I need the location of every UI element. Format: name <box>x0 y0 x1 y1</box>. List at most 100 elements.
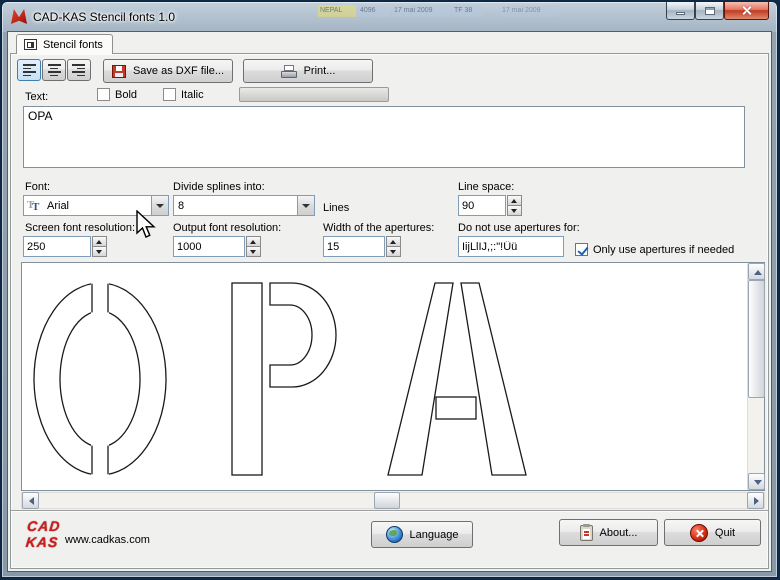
preview-canvas <box>21 262 765 491</box>
align-center-button[interactable] <box>42 59 66 81</box>
aperture-width-label: Width of the apertures: <box>323 222 434 234</box>
aero-fragment: 17 mai 2009 <box>500 5 558 17</box>
website-link[interactable]: www.cadkas.com <box>65 534 150 546</box>
client-area: Stencil fonts Save as DXF file... Print.… <box>7 31 772 572</box>
aero-fragment: NEPAL <box>318 5 356 17</box>
app-window: NEPAL 4096 17 mai 2009 TF 38 17 mai 2009… <box>1 1 778 578</box>
close-button[interactable] <box>724 2 769 20</box>
spin-down-button[interactable] <box>386 246 401 257</box>
spin-down-button[interactable] <box>246 246 261 257</box>
screen-resolution-spinner[interactable] <box>92 236 107 257</box>
font-select[interactable]: TT Arial <box>23 195 169 216</box>
aero-fragment: 17 mai 2009 <box>392 5 450 17</box>
bold-label: Bold <box>115 89 137 101</box>
horizontal-scroll-thumb[interactable] <box>374 492 400 509</box>
only-apertures-checkbox[interactable]: Only use apertures if needed <box>575 243 734 256</box>
logo-text: CAD <box>23 518 65 534</box>
maximize-button[interactable] <box>695 2 724 20</box>
scroll-down-button[interactable] <box>748 473 765 490</box>
align-left-icon <box>23 75 31 77</box>
no-aperture-label: Do not use apertures for: <box>458 222 580 234</box>
spin-down-button[interactable] <box>507 205 522 216</box>
align-left-button[interactable] <box>17 59 41 81</box>
align-right-icon <box>77 75 85 77</box>
save-dxf-button[interactable]: Save as DXF file... <box>103 59 233 83</box>
align-right-button[interactable] <box>67 59 91 81</box>
stencil-letters <box>22 263 748 490</box>
align-center-icon <box>48 64 61 66</box>
about-label: About... <box>600 527 638 539</box>
save-dxf-label: Save as DXF file... <box>133 65 224 77</box>
align-right-icon <box>77 68 85 70</box>
window-title: CAD-KAS Stencil fonts 1.0 <box>33 10 175 24</box>
spin-up-button[interactable] <box>92 236 107 246</box>
align-left-icon <box>23 68 31 70</box>
bold-checkbox-box[interactable] <box>97 88 110 101</box>
align-right-icon <box>72 71 85 73</box>
spin-up-button[interactable] <box>507 195 522 205</box>
tab-label: Stencil fonts <box>43 39 103 51</box>
align-center-icon <box>50 75 58 77</box>
line-space-spinner[interactable] <box>507 195 522 216</box>
quit-x-icon <box>690 524 708 542</box>
stencil-icon <box>24 39 37 50</box>
spin-down-button[interactable] <box>92 246 107 257</box>
align-center-icon <box>48 71 61 73</box>
text-label: Text: <box>25 91 48 103</box>
text-input[interactable]: OPA <box>23 106 745 168</box>
language-button[interactable]: Language <box>371 521 473 548</box>
printer-icon <box>281 65 297 78</box>
divide-splines-select[interactable]: 8 <box>173 195 315 216</box>
scroll-up-button[interactable] <box>748 263 765 280</box>
quit-button[interactable]: Quit <box>664 519 761 546</box>
no-aperture-input[interactable] <box>458 236 564 257</box>
dropdown-arrow-icon[interactable] <box>151 196 168 215</box>
truetype-icon: TT <box>26 198 43 213</box>
align-left-icon <box>23 64 36 66</box>
divide-splines-label: Divide splines into: <box>173 181 265 193</box>
only-apertures-checkbox-box[interactable] <box>575 243 588 256</box>
horizontal-scrollbar[interactable] <box>21 492 765 509</box>
aperture-width-input[interactable] <box>323 236 385 257</box>
print-button[interactable]: Print... <box>243 59 373 83</box>
disabled-button[interactable] <box>239 87 389 102</box>
line-space-label: Line space: <box>458 181 514 193</box>
tab-stencil-fonts[interactable]: Stencil fonts <box>16 34 113 54</box>
line-space-input[interactable] <box>458 195 506 216</box>
scroll-right-button[interactable] <box>747 492 764 509</box>
screen-resolution-label: Screen font resolution: <box>25 222 135 234</box>
font-value: Arial <box>43 200 151 212</box>
close-icon <box>741 5 752 16</box>
language-label: Language <box>410 529 459 541</box>
maximize-icon <box>705 7 715 15</box>
minimize-button[interactable] <box>666 2 695 20</box>
bold-checkbox[interactable]: Bold <box>97 88 137 101</box>
logo-text: KAS <box>21 534 63 550</box>
italic-checkbox[interactable]: Italic <box>163 88 204 101</box>
output-resolution-label: Output font resolution: <box>173 222 281 234</box>
quit-label: Quit <box>715 527 735 539</box>
vertical-scroll-thumb[interactable] <box>748 280 765 398</box>
spin-up-button[interactable] <box>386 236 401 246</box>
output-resolution-spinner[interactable] <box>246 236 261 257</box>
lines-label: Lines <box>323 202 349 214</box>
footer: CAD KAS www.cadkas.com Language About...… <box>11 510 768 568</box>
dxf-file-icon <box>112 65 126 78</box>
scroll-left-button[interactable] <box>22 492 39 509</box>
aero-fragment: TF 38 <box>452 5 482 17</box>
tab-page: Save as DXF file... Print... Text: Bold … <box>10 53 769 569</box>
spin-up-button[interactable] <box>246 236 261 246</box>
vertical-scrollbar[interactable] <box>747 263 764 490</box>
clipboard-icon <box>580 525 593 541</box>
output-resolution-input[interactable] <box>173 236 245 257</box>
about-button[interactable]: About... <box>559 519 658 546</box>
only-apertures-label: Only use apertures if needed <box>593 244 734 256</box>
title-bar[interactable]: NEPAL 4096 17 mai 2009 TF 38 17 mai 2009… <box>2 2 777 31</box>
screen-resolution-input[interactable] <box>23 236 91 257</box>
align-center-icon <box>50 68 58 70</box>
aero-fragment: 4096 <box>358 5 390 17</box>
aperture-width-spinner[interactable] <box>386 236 401 257</box>
italic-checkbox-box[interactable] <box>163 88 176 101</box>
globe-icon <box>386 526 403 543</box>
dropdown-arrow-icon[interactable] <box>297 196 314 215</box>
